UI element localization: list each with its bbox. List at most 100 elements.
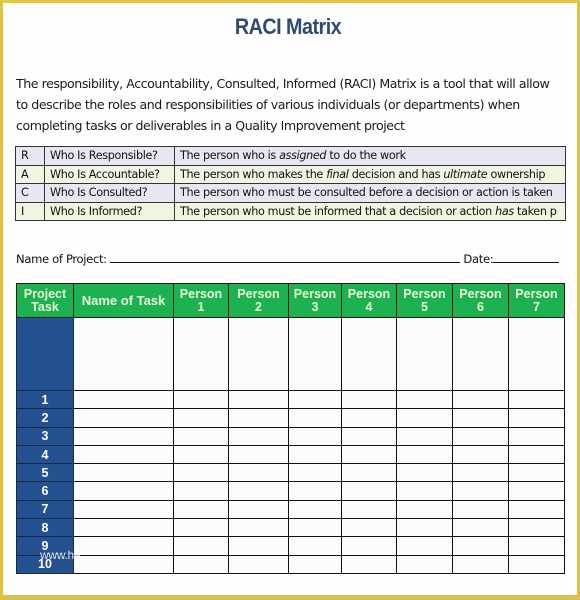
person-2-cell[interactable] (228, 536, 289, 556)
intro-line: completing tasks or deliverables in a Qu… (16, 118, 405, 133)
person-4-cell[interactable] (341, 518, 397, 538)
person-3-cell[interactable] (288, 389, 342, 410)
person-4-cell[interactable] (341, 463, 397, 483)
person-2-cell[interactable] (228, 481, 289, 501)
person-1-cell[interactable] (173, 317, 229, 391)
project-name-field[interactable] (110, 251, 461, 263)
header-person-4: Person 4 (341, 283, 397, 318)
person-7-cell[interactable] (508, 317, 565, 391)
person-4-cell[interactable] (341, 554, 397, 574)
person-7-cell[interactable] (508, 481, 565, 501)
emphasis-text: final (326, 167, 349, 181)
person-4-cell[interactable] (341, 444, 397, 465)
person-7-cell[interactable] (508, 444, 565, 465)
person-5-cell[interactable] (396, 444, 453, 465)
task-name-cell[interactable] (73, 499, 174, 520)
person-3-cell[interactable] (288, 463, 342, 483)
person-5-cell[interactable] (396, 499, 453, 520)
task-name-cell[interactable] (73, 463, 174, 483)
task-name-cell[interactable] (73, 444, 174, 465)
person-2-cell[interactable] (228, 389, 289, 410)
person-1-cell[interactable] (173, 518, 229, 538)
person-6-cell[interactable] (452, 389, 509, 410)
person-7-cell[interactable] (508, 536, 565, 556)
person-2-cell[interactable] (228, 463, 289, 483)
person-6-cell[interactable] (452, 499, 509, 520)
person-6-cell[interactable] (452, 408, 509, 428)
person-3-cell[interactable] (288, 536, 342, 556)
task-name-cell[interactable] (73, 554, 174, 574)
person-6-cell[interactable] (452, 536, 509, 556)
person-5-cell[interactable] (396, 536, 453, 556)
person-7-cell[interactable] (508, 408, 565, 428)
person-3-cell[interactable] (288, 518, 342, 538)
person-1-cell[interactable] (173, 408, 229, 428)
person-4-cell[interactable] (341, 317, 397, 391)
person-1-cell[interactable] (173, 389, 229, 410)
person-1-cell[interactable] (173, 481, 229, 501)
person-4-cell[interactable] (341, 426, 397, 446)
person-1-cell[interactable] (173, 554, 229, 574)
person-1-cell[interactable] (173, 463, 229, 483)
person-3-cell[interactable] (288, 408, 342, 428)
raci-question: Who Is Accountable? (44, 164, 175, 184)
person-3-cell[interactable] (288, 444, 342, 465)
person-1-cell[interactable] (173, 536, 229, 556)
task-name-cell[interactable] (73, 536, 174, 556)
person-5-cell[interactable] (396, 554, 453, 574)
person-2-cell[interactable] (228, 518, 289, 538)
person-6-cell[interactable] (452, 554, 509, 574)
person-1-cell[interactable] (173, 499, 229, 520)
person-4-cell[interactable] (341, 536, 397, 556)
person-5-cell[interactable] (396, 389, 453, 410)
person-6-cell[interactable] (452, 481, 509, 501)
person-7-cell[interactable] (508, 426, 565, 446)
person-7-cell[interactable] (508, 518, 565, 538)
header-line: 4 (365, 299, 373, 314)
person-6-cell[interactable] (452, 463, 509, 483)
person-3-cell[interactable] (288, 481, 342, 501)
raci-legend-row: R Who Is Responsible? The person who is as… (15, 146, 566, 166)
task-name-cell[interactable] (73, 518, 174, 538)
date-field[interactable] (493, 251, 560, 263)
task-number-cell: 1 (16, 389, 74, 410)
person-7-cell[interactable] (508, 389, 565, 410)
person-5-cell[interactable] (396, 426, 453, 446)
person-6-cell[interactable] (452, 317, 509, 391)
person-5-cell[interactable] (396, 408, 453, 428)
person-1-cell[interactable] (173, 426, 229, 446)
task-name-cell[interactable] (73, 426, 174, 446)
task-name-cell[interactable] (73, 389, 174, 410)
person-2-cell[interactable] (228, 554, 289, 574)
person-6-cell[interactable] (452, 426, 509, 446)
task-name-cell[interactable] (73, 408, 174, 428)
person-4-cell[interactable] (341, 408, 397, 428)
person-5-cell[interactable] (396, 518, 453, 538)
person-5-cell[interactable] (396, 481, 453, 501)
task-name-cell[interactable] (73, 481, 174, 501)
person-7-cell[interactable] (508, 499, 565, 520)
person-3-cell[interactable] (288, 499, 342, 520)
person-3-cell[interactable] (288, 554, 342, 574)
person-5-cell[interactable] (396, 317, 453, 391)
raci-letter: I (15, 201, 45, 221)
person-5-cell[interactable] (396, 463, 453, 483)
person-4-cell[interactable] (341, 499, 397, 520)
person-2-cell[interactable] (228, 499, 289, 520)
person-2-cell[interactable] (228, 426, 289, 446)
person-4-cell[interactable] (341, 389, 397, 410)
person-7-cell[interactable] (508, 554, 565, 574)
person-2-cell[interactable] (228, 317, 289, 391)
task-name-cell[interactable] (73, 317, 174, 391)
person-3-cell[interactable] (288, 426, 342, 446)
task-number-cell: 4 (16, 444, 74, 465)
person-2-cell[interactable] (228, 408, 289, 428)
person-2-cell[interactable] (228, 444, 289, 465)
emphasis-text: has (495, 204, 514, 218)
person-1-cell[interactable] (173, 444, 229, 465)
person-3-cell[interactable] (288, 317, 342, 391)
person-6-cell[interactable] (452, 518, 509, 538)
person-7-cell[interactable] (508, 463, 565, 483)
person-6-cell[interactable] (452, 444, 509, 465)
person-4-cell[interactable] (341, 481, 397, 501)
